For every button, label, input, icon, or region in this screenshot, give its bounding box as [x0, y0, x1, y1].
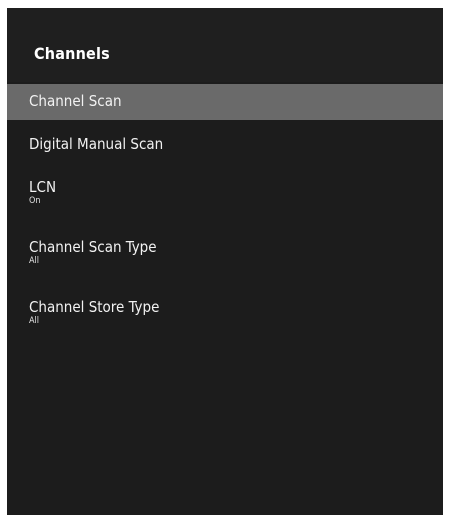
- menu-item-value: On: [29, 196, 41, 206]
- panel-header: Channels: [7, 8, 443, 82]
- menu-item-label: Channel Scan: [29, 92, 122, 110]
- menu-item-label: LCN: [29, 178, 57, 196]
- menu-item-channel-scan-type[interactable]: Channel Scan Type All: [7, 220, 443, 280]
- page-title: Channels: [34, 44, 110, 63]
- menu-item-value: All: [29, 316, 40, 326]
- menu-item-label: Channel Store Type: [29, 298, 160, 316]
- menu-item-channel-scan[interactable]: Channel Scan: [7, 84, 443, 120]
- channels-panel: Channels Channel Scan Digital Manual Sca…: [7, 8, 443, 515]
- menu-item-channel-store-type[interactable]: Channel Store Type All: [7, 280, 443, 340]
- menu-item-value: All: [29, 256, 40, 266]
- menu-item-label: Digital Manual Scan: [29, 135, 164, 153]
- menu-item-label: Channel Scan Type: [29, 238, 157, 256]
- menu-item-lcn[interactable]: LCN On: [7, 160, 443, 220]
- channels-menu: Channel Scan Digital Manual Scan LCN On …: [7, 84, 443, 340]
- menu-item-digital-manual-scan[interactable]: Digital Manual Scan: [7, 120, 443, 160]
